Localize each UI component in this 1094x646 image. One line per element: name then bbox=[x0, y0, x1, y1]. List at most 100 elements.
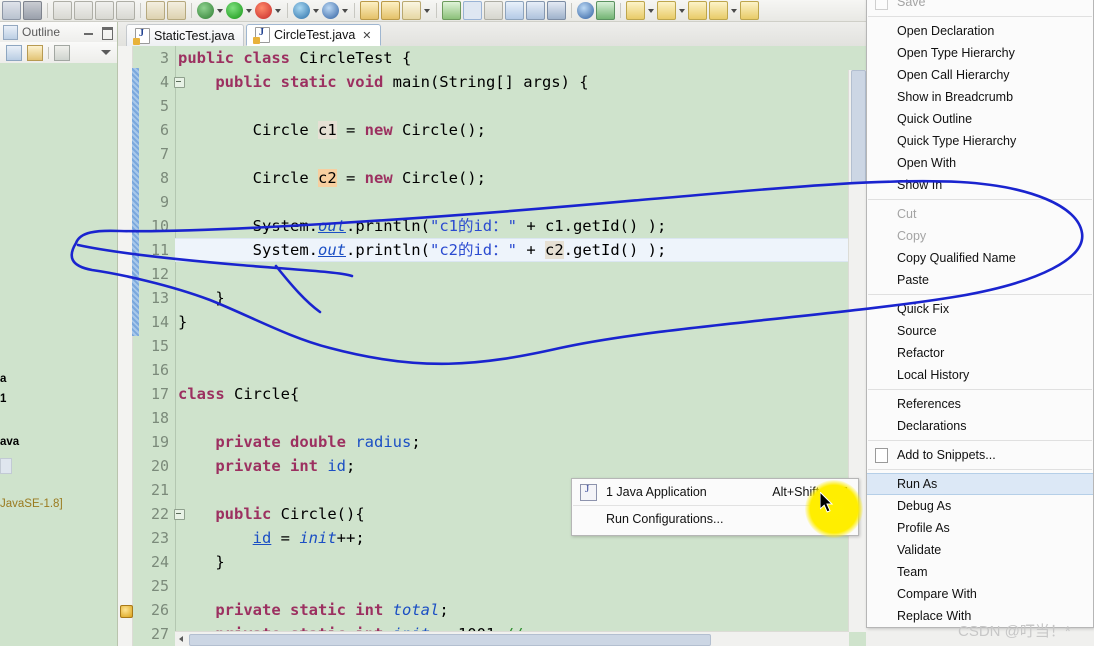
refactor-icon[interactable] bbox=[53, 1, 72, 20]
menu-item-quick-type-hierarchy[interactable]: Quick Type Hierarchy bbox=[867, 130, 1093, 152]
menu-item-show-in-breadcrumb[interactable]: Show in Breadcrumb bbox=[867, 86, 1093, 108]
refactor-4-icon[interactable] bbox=[116, 1, 135, 20]
new-java-file-icon[interactable] bbox=[402, 1, 421, 20]
new-folder-icon[interactable] bbox=[360, 1, 379, 20]
menu-item-local-history[interactable]: Local History bbox=[867, 364, 1093, 386]
menu-item-open-call-hierarchy[interactable]: Open Call Hierarchy bbox=[867, 64, 1093, 86]
external-tools-dropdown-arrow[interactable] bbox=[274, 2, 282, 19]
editor-tab-statictest[interactable]: StaticTest.java bbox=[126, 24, 244, 46]
menu-item-open-declaration[interactable]: Open Declaration bbox=[867, 20, 1093, 42]
previous-annotation-icon[interactable] bbox=[688, 1, 707, 20]
menu-item-paste[interactable]: Paste bbox=[867, 269, 1093, 291]
marker-gutter[interactable] bbox=[118, 46, 133, 646]
new-file-dropdown-arrow[interactable] bbox=[423, 2, 431, 19]
menu-item-quick-outline[interactable]: Quick Outline bbox=[867, 108, 1093, 130]
menu-item-open-type-hierarchy[interactable]: Open Type Hierarchy bbox=[867, 42, 1093, 64]
maximize-icon[interactable] bbox=[100, 26, 114, 40]
menu-item-source[interactable]: Source bbox=[867, 320, 1093, 342]
external-tools-icon[interactable] bbox=[255, 2, 272, 19]
outline-selection-box bbox=[0, 458, 12, 474]
menu-item-debug-as[interactable]: Debug As bbox=[867, 495, 1093, 517]
menu-item-copy-qualified-name[interactable]: Copy Qualified Name bbox=[867, 247, 1093, 269]
java-file-icon bbox=[133, 27, 150, 45]
open-browser-icon[interactable] bbox=[293, 2, 310, 19]
menu-item-open-with[interactable]: Open With bbox=[867, 152, 1093, 174]
back-dropdown-arrow[interactable] bbox=[678, 2, 686, 19]
new-package-icon[interactable] bbox=[442, 1, 461, 20]
connection-dropdown-arrow[interactable] bbox=[341, 2, 349, 19]
save-icon bbox=[875, 0, 889, 10]
search-next-icon[interactable] bbox=[167, 1, 186, 20]
collapse-all-icon[interactable] bbox=[6, 44, 22, 61]
save-icon[interactable] bbox=[2, 1, 21, 20]
browser-dropdown-arrow[interactable] bbox=[312, 2, 320, 19]
menu-item-label: Save bbox=[897, 0, 926, 9]
menu-item-references[interactable]: References bbox=[867, 393, 1093, 415]
menu-item-team[interactable]: Team bbox=[867, 561, 1093, 583]
editor-vertical-scrollbar[interactable] bbox=[848, 70, 866, 632]
debug-icon[interactable] bbox=[197, 2, 214, 19]
menu-item-label: Quick Type Hierarchy bbox=[897, 134, 1017, 148]
fold-toggle-icon[interactable] bbox=[174, 509, 185, 520]
validate-icon[interactable] bbox=[577, 2, 594, 19]
save-all-icon[interactable] bbox=[23, 1, 42, 20]
link-editor-icon[interactable] bbox=[484, 1, 503, 20]
filter-icon[interactable] bbox=[54, 44, 70, 61]
back-icon[interactable] bbox=[657, 1, 676, 20]
toolbar-separator bbox=[620, 3, 621, 18]
fold-toggle-icon[interactable] bbox=[174, 77, 185, 88]
view-menu-icon[interactable] bbox=[101, 50, 111, 55]
sort-icon[interactable] bbox=[27, 44, 43, 61]
menu-item-label: Copy bbox=[897, 229, 927, 243]
export-icon[interactable] bbox=[596, 1, 615, 20]
scrollbar-thumb[interactable] bbox=[189, 634, 711, 646]
editor-context-menu[interactable]: Save Open Declaration Open Type Hierarchy O… bbox=[866, 0, 1094, 628]
menu-item-quick-fix[interactable]: Quick Fix bbox=[867, 298, 1093, 320]
refactor-3-icon[interactable] bbox=[95, 1, 114, 20]
show-outline-icon[interactable] bbox=[526, 1, 545, 20]
menu-item-label: Show in Breadcrumb bbox=[897, 90, 1014, 104]
warning-marker-icon[interactable] bbox=[120, 605, 133, 618]
refactor-2-icon[interactable] bbox=[74, 1, 93, 20]
menu-item-show-in[interactable]: Show In bbox=[867, 174, 1093, 196]
outline-content[interactable]: a 1 ava JavaSE-1.8] bbox=[0, 63, 117, 646]
outline-view-header: Outline bbox=[0, 22, 117, 42]
close-icon[interactable]: ✕ bbox=[362, 29, 371, 42]
debug-dropdown-arrow[interactable] bbox=[216, 2, 224, 19]
scrollbar-thumb[interactable] bbox=[851, 70, 866, 184]
search-icon[interactable] bbox=[146, 1, 165, 20]
toolbar-separator bbox=[48, 46, 49, 59]
forward-icon[interactable] bbox=[740, 1, 759, 20]
menu-item-label: Validate bbox=[897, 543, 942, 557]
scroll-left-arrow[interactable] bbox=[179, 636, 183, 642]
code-line: class Circle{ bbox=[178, 385, 300, 403]
open-task-icon[interactable] bbox=[626, 1, 645, 20]
menu-item-declarations[interactable]: Declarations bbox=[867, 415, 1093, 437]
menu-item-profile-as[interactable]: Profile As bbox=[867, 517, 1093, 539]
menu-item-compare-with[interactable]: Compare With bbox=[867, 583, 1093, 605]
source-code[interactable]: public class CircleTest { public static … bbox=[178, 46, 848, 646]
next-annotation-icon[interactable] bbox=[709, 1, 728, 20]
annotation-dropdown-arrow[interactable] bbox=[730, 2, 738, 19]
toggle-editor-icon[interactable] bbox=[463, 1, 482, 20]
code-area[interactable]: 3 4 5 6 7 8 9 10 11 12 13 14 15 16 17 18 19 20 21 22 23 24 25 2… bbox=[118, 46, 866, 646]
menu-item-refactor[interactable]: Refactor bbox=[867, 342, 1093, 364]
new-connection-icon[interactable] bbox=[322, 2, 339, 19]
minimize-icon[interactable] bbox=[82, 26, 96, 38]
filter-icon[interactable] bbox=[547, 1, 566, 20]
editor-horizontal-scrollbar[interactable] bbox=[175, 631, 849, 646]
run-dropdown-arrow[interactable] bbox=[245, 2, 253, 19]
menu-item-validate[interactable]: Validate bbox=[867, 539, 1093, 561]
editor-tab-circletest[interactable]: CircleTest.java ✕ bbox=[246, 24, 381, 46]
open-folder-icon[interactable] bbox=[381, 1, 400, 20]
menu-item-add-to-snippets[interactable]: Add to Snippets... bbox=[867, 444, 1093, 466]
line-number: 10 bbox=[150, 217, 169, 235]
run-icon[interactable] bbox=[226, 2, 243, 19]
task-dropdown-arrow[interactable] bbox=[647, 2, 655, 19]
menu-item-label: Open Call Hierarchy bbox=[897, 68, 1010, 82]
new-class-icon[interactable] bbox=[505, 1, 524, 20]
menu-item-run-as[interactable]: Run As bbox=[867, 473, 1093, 495]
